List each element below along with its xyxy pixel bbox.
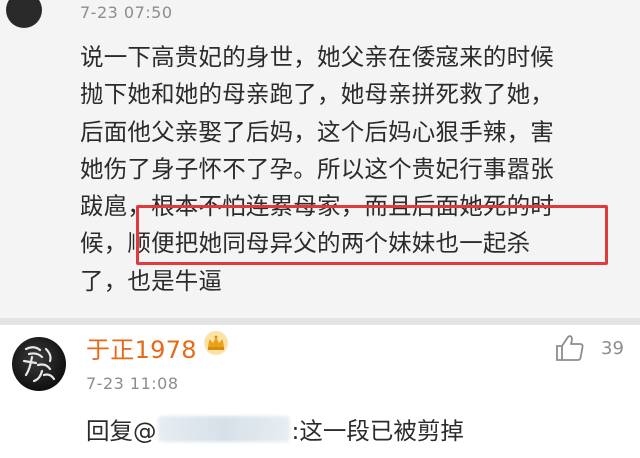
crown-icon	[204, 331, 228, 355]
reply-timestamp: 7-23 11:08	[86, 374, 179, 393]
reply-prefix: 回复@	[86, 417, 157, 445]
comment-separator	[0, 318, 640, 325]
like-button[interactable]: 39	[555, 334, 624, 362]
blurred-mention[interactable]	[157, 416, 290, 442]
like-count: 39	[601, 337, 624, 359]
comment-line-3: 后面他父亲娶了后妈，这个后妈心狠手辣，害	[80, 117, 554, 146]
comment-line-4: 她伤了身子怀不了孕。所以这个贵妃行事嚣张	[80, 154, 554, 183]
comment-line-2: 抛下她和她的母亲跑了，她母亲拼死救了她，	[80, 80, 554, 109]
top-comment: 7-23 07:50 说一下高贵妃的身世，她父亲在倭寇来的时候 抛下她和她的母亲…	[0, 0, 640, 318]
reply-body: :这一段已被剪掉	[291, 417, 464, 445]
reply-comment: 于正1978 7-23 11:08 39 回复@ :这一段已被剪掉	[0, 325, 640, 458]
comment-line-1: 说一下高贵妃的身世，她父亲在倭寇来的时候	[80, 43, 554, 71]
calligraphy-avatar-art	[22, 346, 56, 383]
top-commenter-avatar[interactable]	[6, 0, 42, 28]
reply-avatar[interactable]	[12, 337, 66, 391]
top-comment-timestamp: 7-23 07:50	[80, 3, 173, 22]
thumbs-up-icon	[556, 335, 584, 361]
reply-text: 回复@ :这一段已被剪掉	[86, 412, 464, 446]
reply-username[interactable]: 于正1978	[86, 330, 197, 365]
comment-line-7: 了，也是牛逼	[80, 266, 223, 295]
highlight-annotation-box	[136, 205, 608, 265]
verified-badge-icon	[60, 385, 66, 391]
